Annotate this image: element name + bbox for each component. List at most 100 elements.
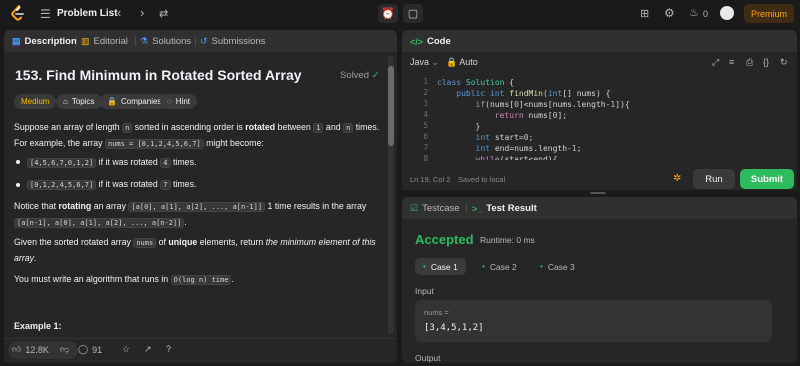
description-scrollbar[interactable] — [388, 56, 394, 334]
tab-code[interactable]: </> Code — [410, 36, 451, 47]
notes-button[interactable]: ▢ — [403, 4, 423, 23]
pass-dot-icon: • — [540, 262, 543, 271]
leetcode-logo-icon[interactable] — [10, 5, 26, 22]
help-icon[interactable]: ? — [166, 344, 171, 354]
line-number: 7 — [423, 143, 428, 152]
code-line[interactable]: } — [437, 121, 481, 132]
code-line[interactable]: int start=0; — [437, 132, 534, 143]
line-number: 6 — [423, 132, 428, 141]
companies-chip[interactable]: 🔒 Companies — [100, 94, 169, 109]
input-label: Input — [415, 286, 434, 296]
submit-button[interactable]: Submit — [740, 169, 794, 189]
runtime: Runtime: 0 ms — [480, 235, 535, 245]
code-line[interactable]: class Solution { — [437, 77, 514, 88]
avatar[interactable] — [720, 6, 734, 20]
reset-icon[interactable]: ↻ — [780, 57, 788, 68]
cursor-position: Ln 19, Col 2 — [410, 175, 451, 184]
description-paragraph-1: Suppose an array of length n sorted in a… — [14, 122, 380, 149]
star-icon[interactable]: ☆ — [122, 344, 130, 355]
list-item: [0,1,2,4,5,6,7] if it was rotated 7 time… — [27, 177, 393, 193]
code-line[interactable]: int end=nums.length-1; — [437, 143, 582, 154]
timer-button[interactable]: ⏰ — [378, 4, 398, 23]
format-lines-icon[interactable]: ≡ — [729, 57, 734, 67]
code-line[interactable]: while(start<end){ — [437, 154, 558, 160]
case-tab-3[interactable]: • Case 3 — [532, 258, 583, 275]
code-line[interactable]: return nums[0]; — [437, 110, 567, 121]
autocomplete-mode[interactable]: 🔒 Auto — [446, 57, 478, 68]
tab-divider — [195, 36, 196, 46]
terminal-icon: >_ — [472, 203, 483, 214]
dislike-button[interactable]: 👎︎ — [60, 344, 69, 355]
problem-title[interactable]: 153. Find Minimum in Rotated Sorted Arra… — [15, 67, 302, 83]
book-icon: ▥ — [81, 36, 90, 46]
flask-icon: ⚗ — [140, 36, 149, 46]
history-icon: ↺ — [200, 36, 208, 46]
tab-divider — [76, 36, 77, 46]
checkbox-icon: ☑ — [410, 203, 419, 213]
expand-icon[interactable]: ⤢ — [712, 57, 719, 68]
layout-grid-icon[interactable]: ⊞ — [640, 8, 649, 20]
tab-submissions[interactable]: ↺ Submissions — [200, 36, 265, 47]
output-label: Output — [415, 353, 441, 363]
like-button[interactable]: 👍︎ 12.8K — [12, 344, 49, 355]
language-select[interactable]: Java ⌄ — [410, 57, 439, 68]
save-status: Saved to local — [458, 175, 506, 184]
comments-button[interactable]: ◯ 91 — [78, 344, 102, 355]
code-brackets-icon: </> — [410, 36, 424, 47]
difficulty-badge: Medium — [14, 94, 57, 109]
problem-list-icon[interactable]: ☰ — [40, 8, 51, 20]
input-value-box: nums = [3,4,5,1,2] — [415, 300, 772, 342]
bullet-dot — [16, 183, 20, 187]
hint-chip[interactable]: ◌ Hint — [160, 94, 197, 109]
streak-flame-icon[interactable]: ♨ — [689, 7, 699, 19]
debug-icon[interactable]: ✲ — [673, 173, 681, 184]
braces-icon[interactable]: {} — [763, 57, 769, 67]
thumbs-down-icon: 👎︎ — [60, 344, 70, 354]
comment-icon: ◯ — [78, 344, 89, 354]
topics-chip[interactable]: ⌂ Topics — [56, 94, 102, 109]
check-circle-icon: ✓ — [371, 70, 380, 81]
note-icon: ▢ — [407, 8, 419, 20]
variable-name: nums = — [424, 308, 449, 317]
bullet-dot — [16, 160, 20, 164]
settings-gear-icon[interactable]: ⚙ — [664, 7, 675, 19]
prev-problem-icon[interactable]: ‹ — [117, 6, 121, 19]
code-line[interactable]: if(nums[0]<nums[nums.length-1]){ — [437, 99, 630, 110]
case-tab-2[interactable]: • Case 2 — [474, 258, 525, 275]
share-icon[interactable]: ↗ — [144, 344, 152, 355]
line-number: 2 — [423, 88, 428, 97]
next-problem-icon[interactable]: › — [140, 6, 144, 19]
description-tabs: ▤ Description ▥ Editorial ⚗ Solutions ↺ … — [4, 30, 397, 52]
top-bar: ☰ Problem List ‹ › ⇄ ⏰ ▢ ⊞ ⚙ ♨ 0 Premium — [0, 0, 800, 27]
tab-test-result[interactable]: >_ Test Result — [472, 203, 537, 214]
tag-icon: ⌂ — [63, 97, 68, 106]
shuffle-icon[interactable]: ⇄ — [159, 8, 168, 20]
line-number: 5 — [423, 121, 428, 130]
tab-solutions[interactable]: ⚗ Solutions — [140, 36, 191, 47]
description-paragraph-3: Given the sorted rotated array nums of u… — [14, 237, 376, 263]
lock-icon: 🔒 — [446, 57, 458, 67]
tab-editorial[interactable]: ▥ Editorial — [81, 36, 128, 47]
variable-value[interactable]: [3,4,5,1,2] — [424, 323, 484, 333]
pass-dot-icon: • — [482, 262, 485, 271]
description-paragraph-4: You must write an algorithm that runs in… — [14, 274, 234, 285]
tab-testcase[interactable]: ☑ Testcase — [410, 203, 460, 214]
description-footer: 👍︎ 12.8K 👎︎ ◯ 91 ☆ ↗ ? — [4, 338, 396, 362]
thumbs-up-icon: 👍︎ — [12, 344, 22, 354]
chevron-down-icon: ⌄ — [431, 57, 440, 67]
case-tab-1[interactable]: • Case 1 — [415, 258, 466, 275]
code-line[interactable]: public int findMin(int[] nums) { — [437, 88, 610, 99]
lock-icon: 🔒 — [107, 97, 117, 106]
problem-list-link[interactable]: Problem List — [57, 8, 118, 19]
run-button[interactable]: Run — [693, 169, 735, 189]
tab-description[interactable]: ▤ Description — [12, 36, 77, 47]
example-heading: Example 1: — [14, 321, 62, 331]
panel-resize-handle[interactable] — [590, 192, 606, 194]
solved-status: Solved ✓ — [340, 70, 380, 81]
premium-button[interactable]: Premium — [744, 4, 794, 23]
line-number: 4 — [423, 110, 428, 119]
pass-dot-icon: • — [423, 262, 426, 271]
bookmark-icon[interactable]: ⎙ — [746, 57, 753, 68]
scrollbar-thumb[interactable] — [388, 66, 394, 146]
line-number: 1 — [423, 77, 428, 86]
